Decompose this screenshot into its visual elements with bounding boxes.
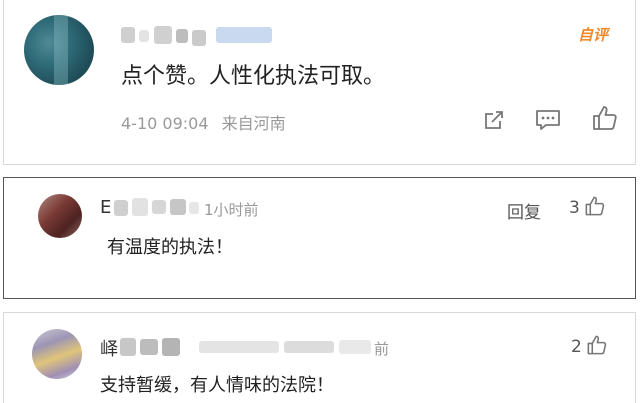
comment-card-1: 自评 点个赞。人性化执法可取。 4-10 09:04 来自河南 (3, 0, 636, 165)
username-initial[interactable]: E (100, 197, 111, 218)
author-self-reply-badge: 自评 (578, 26, 609, 44)
comment-date: 4-10 09:04 (121, 114, 209, 133)
avatar[interactable] (38, 194, 82, 238)
username-initial[interactable]: 峄 (100, 335, 118, 361)
avatar[interactable] (24, 15, 94, 85)
comment-time: 1小时前 (204, 201, 259, 219)
share-icon[interactable] (482, 108, 506, 132)
member-badge (216, 27, 272, 43)
comment-text: 点个赞。人性化执法可取。 (121, 64, 386, 89)
like-count: 3 (569, 198, 580, 218)
comment-text: 支持暂缓，有人情味的法院！ (100, 375, 334, 396)
comment-card-2: E 1小时前 回复 3 有温度的执法！ (3, 177, 636, 299)
reply-button[interactable]: 回复 (507, 198, 541, 223)
comment-time: 前 (374, 340, 390, 358)
like-count: 2 (571, 337, 582, 357)
comment-text: 有温度的执法！ (107, 237, 233, 258)
comment-icon[interactable] (535, 108, 561, 132)
like-icon[interactable] (586, 334, 608, 356)
comment-card-3: 峄 前 2 支持暂缓，有人情味的法院！ (3, 312, 636, 403)
avatar[interactable] (32, 329, 82, 379)
comment-meta: 4-10 09:04 来自河南 (121, 110, 286, 134)
like-icon[interactable] (584, 195, 606, 217)
like-icon[interactable] (591, 104, 619, 132)
comment-source: 来自河南 (221, 114, 286, 133)
